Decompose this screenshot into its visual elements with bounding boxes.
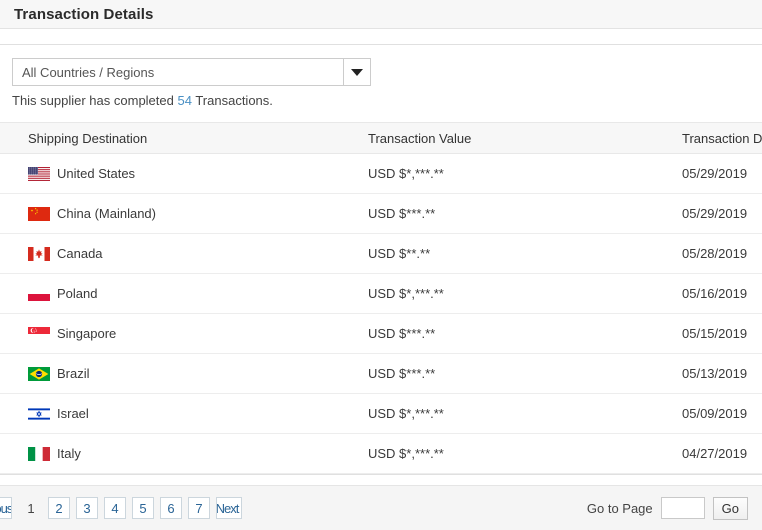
destination-label: Israel [57, 406, 89, 421]
summary-suffix: Transactions. [195, 93, 273, 108]
table-row: Italy USD $*,***.** 04/27/2019 [0, 433, 762, 474]
cell-shipping-destination: United States [0, 153, 348, 194]
pagination-footer: Previous 1234567 Next Go to Page Go [0, 485, 762, 530]
cell-transaction-date: 05/13/2019 [660, 353, 762, 394]
cell-transaction-date: 04/27/2019 [660, 433, 762, 474]
flag-icon-us [28, 166, 50, 181]
pagination-current-page: 1 [27, 500, 35, 516]
cell-shipping-destination: China (Mainland) [0, 193, 348, 234]
cell-transaction-value: USD $***.** [348, 193, 660, 234]
table-row: Israel USD $*,***.** 05/09/2019 [0, 393, 762, 434]
pagination-page-2[interactable]: 2 [48, 497, 70, 519]
destination-label: Italy [57, 446, 81, 461]
flag-icon-it [28, 446, 50, 461]
table-body: United States USD $*,***.** 05/29/2019 Chin… [0, 153, 762, 474]
cell-transaction-date: 05/29/2019 [660, 153, 762, 194]
goto-page-input[interactable] [660, 497, 705, 519]
cell-transaction-value: USD $*,***.** [348, 433, 660, 474]
cell-shipping-destination: Singapore [0, 313, 348, 354]
transaction-card: All Countries / Regions This supplier ha… [0, 44, 762, 475]
pagination-next-button[interactable]: Next [216, 497, 242, 519]
pagination-page-3[interactable]: 3 [76, 497, 98, 519]
destination-label: Canada [57, 246, 103, 261]
cell-shipping-destination: Israel [0, 393, 348, 434]
cell-transaction-date: 05/29/2019 [660, 193, 762, 234]
cell-shipping-destination: Italy [0, 433, 348, 474]
pagination-previous-button[interactable]: Previous [0, 497, 12, 519]
cell-shipping-destination: Canada [0, 233, 348, 274]
table-row: United States USD $*,***.** 05/29/2019 [0, 153, 762, 194]
table-row: China (Mainland) USD $***.** 05/29/2019 [0, 193, 762, 234]
pagination-controls: Previous 1234567 Next [0, 497, 248, 519]
pagination-page-5[interactable]: 5 [132, 497, 154, 519]
cell-shipping-destination: Brazil [0, 353, 348, 394]
destination-label: Singapore [57, 326, 117, 341]
filter-area: All Countries / Regions This supplier ha… [0, 45, 762, 108]
go-button[interactable]: Go [712, 496, 748, 520]
flag-icon-cn [28, 206, 50, 221]
summary-prefix: This supplier has completed [12, 93, 174, 108]
column-header-shipping-destination: Shipping Destination [0, 122, 348, 154]
cell-transaction-value: USD $**.** [348, 233, 660, 274]
cell-transaction-date: 05/28/2019 [660, 233, 762, 274]
table-row: Brazil USD $***.** 05/13/2019 [0, 353, 762, 394]
cell-transaction-value: USD $***.** [348, 353, 660, 394]
destination-label: China (Mainland) [57, 206, 156, 221]
flag-icon-sg [28, 326, 50, 341]
goto-page-group: Go to Page Go [586, 496, 748, 520]
cell-transaction-value: USD $*,***.** [348, 153, 660, 194]
supplier-transaction-summary: This supplier has completed 54 Transacti… [12, 93, 762, 108]
pagination-page-6[interactable]: 6 [160, 497, 182, 519]
flag-icon-ca [28, 246, 50, 261]
transaction-count-link[interactable]: 54 [177, 93, 191, 108]
transaction-details-page: Transaction Details All Countries / Regi… [0, 0, 762, 530]
flag-icon-il [28, 406, 50, 421]
column-header-transaction-value: Transaction Value [348, 122, 660, 154]
flag-icon-pl [28, 286, 50, 301]
cell-transaction-date: 05/16/2019 [660, 273, 762, 314]
table-row: Poland USD $*,***.** 05/16/2019 [0, 273, 762, 314]
destination-label: Poland [57, 286, 98, 301]
destination-label: Brazil [57, 366, 90, 381]
cell-transaction-value: USD $***.** [348, 313, 660, 354]
cell-transaction-value: USD $*,***.** [348, 393, 660, 434]
cell-shipping-destination: Poland [0, 273, 348, 314]
flag-icon-br [28, 366, 50, 381]
goto-page-label: Go to Page [586, 500, 653, 516]
pagination-page-7[interactable]: 7 [188, 497, 210, 519]
cell-transaction-value: USD $*,***.** [348, 273, 660, 314]
destination-label: United States [57, 166, 136, 181]
cell-transaction-date: 05/09/2019 [660, 393, 762, 434]
transactions-table: Shipping Destination Transaction Value T… [0, 122, 762, 474]
table-row: Canada USD $**.** 05/28/2019 [0, 233, 762, 274]
table-header-row: Shipping Destination Transaction Value T… [0, 122, 762, 154]
table-row: Singapore USD $***.** 05/15/2019 [0, 313, 762, 354]
page-title: Transaction Details [14, 5, 154, 23]
pagination-page-4[interactable]: 4 [104, 497, 126, 519]
cell-transaction-date: 05/15/2019 [660, 313, 762, 354]
chevron-down-icon[interactable] [343, 59, 370, 85]
country-region-select-value: All Countries / Regions [22, 64, 155, 80]
table-header: Shipping Destination Transaction Value T… [0, 122, 762, 154]
column-header-transaction-date: Transaction Date [660, 122, 762, 154]
country-region-select[interactable]: All Countries / Regions [12, 58, 371, 86]
titlebar: Transaction Details [0, 0, 762, 29]
